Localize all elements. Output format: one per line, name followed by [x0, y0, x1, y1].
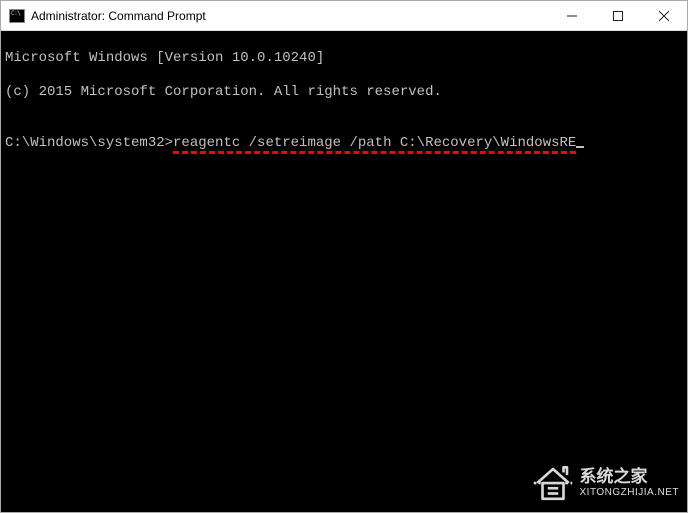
watermark-name: 系统之家 [580, 468, 680, 487]
entered-command: reagentc /setreimage /path C:\Recovery\W… [173, 135, 576, 154]
watermark-text: 系统之家 XITONGZHIJIA.NET [580, 468, 680, 498]
watermark-url: XITONGZHIJIA.NET [580, 487, 680, 498]
minimize-button[interactable] [549, 1, 595, 30]
window-title: Administrator: Command Prompt [31, 9, 549, 23]
titlebar[interactable]: Administrator: Command Prompt [1, 1, 687, 31]
maximize-icon [613, 11, 623, 21]
prompt-path: C:\Windows\system32> [5, 135, 173, 151]
cmd-icon [9, 9, 25, 23]
house-icon [532, 462, 574, 504]
window-controls [549, 1, 687, 30]
watermark: 系统之家 XITONGZHIJIA.NET [532, 462, 680, 504]
terminal-area[interactable]: Microsoft Windows [Version 10.0.10240] (… [1, 31, 687, 512]
terminal-prompt-line: C:\Windows\system32>reagentc /setreimage… [5, 135, 584, 151]
terminal-line: (c) 2015 Microsoft Corporation. All righ… [5, 84, 683, 101]
command-prompt-window: Administrator: Command Prompt Microsoft … [0, 0, 688, 513]
text-cursor [576, 146, 584, 148]
minimize-icon [567, 11, 577, 21]
close-button[interactable] [641, 1, 687, 30]
terminal-line: Microsoft Windows [Version 10.0.10240] [5, 50, 683, 67]
close-icon [659, 11, 669, 21]
maximize-button[interactable] [595, 1, 641, 30]
